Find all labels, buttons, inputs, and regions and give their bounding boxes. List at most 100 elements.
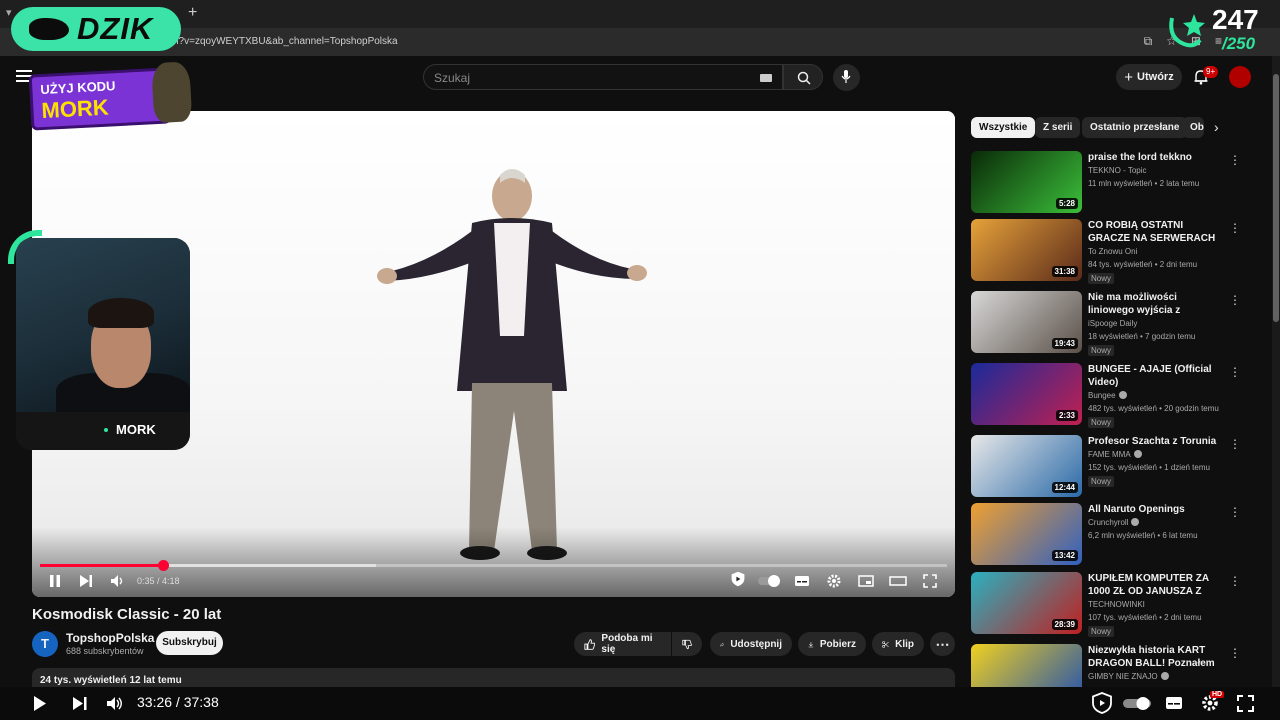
- video-thumbnail[interactable]: 31:38: [971, 219, 1082, 281]
- more-vertical-icon[interactable]: ⋮: [1229, 505, 1241, 519]
- subscribe-button[interactable]: Subskrybuj: [156, 631, 223, 655]
- streamer-name: MORK: [116, 422, 156, 437]
- stream-settings-button[interactable]: HD: [1201, 691, 1225, 712]
- more-vertical-icon[interactable]: ⋮: [1229, 574, 1241, 588]
- stream-fullscreen-icon[interactable]: [1237, 695, 1254, 712]
- recommendation-item[interactable]: 12:44 Profesor Szachta z Torunia FAME MMA 1…: [971, 435, 1251, 501]
- recommendation-title[interactable]: Nie ma możliwości liniowego wyjścia z be…: [1088, 291, 1224, 317]
- download-button[interactable]: Pobierz: [798, 632, 866, 656]
- recommendation-item[interactable]: 28:39 KUPIŁEM KOMPUTER ZA 1000 ZŁ OD JANU…: [971, 572, 1251, 638]
- page-scrollbar[interactable]: [1272, 56, 1280, 690]
- video-thumbnail[interactable]: 13:42: [971, 503, 1082, 565]
- more-actions-button[interactable]: ⋯: [930, 632, 955, 656]
- chip-from-series[interactable]: Z serii: [1035, 117, 1081, 138]
- volume-icon[interactable]: [110, 573, 126, 589]
- search-input[interactable]: Szukaj: [423, 64, 783, 90]
- recommendation-item[interactable]: 19:43 Nie ma możliwości liniowego wyjścia…: [971, 291, 1251, 357]
- chip-watched[interactable]: Obejrzane: [1182, 117, 1204, 138]
- chip-recently-uploaded[interactable]: Ostatnio przesłane: [1082, 117, 1188, 138]
- more-vertical-icon[interactable]: ⋮: [1229, 365, 1241, 379]
- video-thumbnail[interactable]: 19:43: [971, 291, 1082, 353]
- settings-gear-icon[interactable]: [827, 573, 841, 589]
- recommendation-channel-row: TEKKNO - Topic: [1088, 166, 1147, 175]
- quality-badge: HD: [1210, 691, 1225, 698]
- share-button[interactable]: Udostępnij: [710, 632, 792, 656]
- recommendation-channel[interactable]: GIMBY NIE ZNAJO: [1088, 672, 1158, 681]
- more-horizontal-icon: ⋯: [935, 635, 950, 652]
- address-bar[interactable]: ch?v=zqoyWEYTXBU&ab_channel=TopshopPolsk…: [0, 28, 1280, 56]
- install-icon[interactable]: ⧉: [1144, 34, 1153, 49]
- recommendation-channel[interactable]: Crunchyroll: [1088, 518, 1128, 527]
- more-vertical-icon[interactable]: ⋮: [1229, 153, 1241, 167]
- channel-name[interactable]: TopshopPolska: [66, 631, 154, 645]
- recommendation-title[interactable]: Profesor Szachta z Torunia: [1088, 435, 1224, 448]
- video-thumbnail[interactable]: 12:44: [971, 435, 1082, 497]
- miniplayer-icon[interactable]: [858, 573, 874, 589]
- recommendation-title[interactable]: KUPIŁEM KOMPUTER ZA 1000 ZŁ OD JANUSZA Z…: [1088, 572, 1224, 598]
- recommendation-channel[interactable]: To Znowu Oni: [1088, 247, 1137, 256]
- recommendation-title[interactable]: Niezwykła historia KART DRAGON BALL! Poz…: [1088, 644, 1224, 670]
- video-thumbnail[interactable]: 28:39: [971, 572, 1082, 634]
- chevron-right-icon[interactable]: ›: [1214, 119, 1219, 135]
- search-button[interactable]: [783, 64, 823, 90]
- more-vertical-icon[interactable]: ⋮: [1229, 437, 1241, 451]
- url-text[interactable]: ch?v=zqoyWEYTXBU&ab_channel=TopshopPolsk…: [168, 36, 398, 47]
- skip-next-icon[interactable]: [72, 696, 88, 711]
- stream-shield-icon[interactable]: [1092, 692, 1112, 714]
- browser-tabstrip: ▾ +: [0, 0, 1280, 28]
- create-button[interactable]: + Utwórz: [1116, 64, 1182, 90]
- recommendation-channel[interactable]: TECHNOWINKI: [1088, 600, 1145, 609]
- more-vertical-icon[interactable]: ⋮: [1229, 293, 1241, 307]
- stream-captions-icon[interactable]: [1165, 695, 1183, 711]
- next-icon[interactable]: [79, 573, 93, 589]
- recommendation-item[interactable]: 31:38 CO ROBIĄ OSTATNI GRACZE NA SERWERAC…: [971, 219, 1251, 285]
- recommendation-title[interactable]: BUNGEE - AJAJE (Official Video): [1088, 363, 1224, 389]
- microphone-icon: [841, 70, 851, 83]
- scrollbar-thumb[interactable]: [1273, 74, 1279, 322]
- more-vertical-icon[interactable]: ⋮: [1229, 646, 1241, 660]
- recommendation-channel[interactable]: FAME MMA: [1088, 450, 1131, 459]
- thumbs-up-icon: [584, 638, 596, 650]
- stream-autoplay-toggle[interactable]: [1122, 696, 1152, 711]
- recommendation-meta: 11 mln wyświetleń • 2 lata temu: [1088, 179, 1200, 188]
- progress-bar[interactable]: [40, 560, 947, 571]
- account-avatar[interactable]: [1229, 66, 1251, 88]
- dislike-button[interactable]: [672, 632, 702, 656]
- keyboard-icon[interactable]: [760, 74, 772, 82]
- fullscreen-icon[interactable]: [923, 573, 937, 589]
- video-thumbnail[interactable]: 5:28: [971, 151, 1082, 213]
- subtitles-icon[interactable]: [794, 573, 810, 589]
- channel-avatar[interactable]: T: [32, 631, 58, 657]
- verified-check-icon: [1133, 450, 1142, 458]
- autoplay-shield-icon[interactable]: [729, 571, 747, 587]
- video-title: Kosmodisk Classic - 20 lat: [32, 606, 222, 623]
- new-tab-button[interactable]: +: [188, 4, 197, 22]
- clip-button[interactable]: Klip: [872, 632, 924, 656]
- recommendation-item[interactable]: 13:42 All Naruto Openings Crunchyroll 6,2 m…: [971, 503, 1251, 569]
- recommendation-title[interactable]: All Naruto Openings: [1088, 503, 1224, 516]
- recommendation-title[interactable]: praise the lord tekkno: [1088, 151, 1224, 164]
- notification-count: 9+: [1203, 66, 1219, 78]
- recommendation-channel[interactable]: iSpooge Daily: [1088, 319, 1137, 328]
- play-icon[interactable]: [32, 695, 48, 712]
- recommendation-channel[interactable]: TEKKNO - Topic: [1088, 166, 1147, 175]
- recommendation-meta: 107 tys. wyświetleń • 2 dni temu: [1088, 613, 1202, 622]
- stream-volume-icon[interactable]: [106, 695, 124, 712]
- progress-played: [40, 564, 164, 567]
- goal-current: 247: [1212, 4, 1259, 35]
- video-duration: 31:38: [1051, 266, 1078, 277]
- chip-all[interactable]: Wszystkie: [971, 117, 1036, 138]
- voice-search-button[interactable]: [833, 64, 860, 91]
- video-thumbnail[interactable]: 2:33: [971, 363, 1082, 425]
- like-button[interactable]: Podoba mi się: [574, 632, 671, 656]
- more-vertical-icon[interactable]: ⋮: [1229, 221, 1241, 235]
- recommendation-channel-row: TECHNOWINKI: [1088, 600, 1145, 609]
- pause-icon[interactable]: [48, 573, 62, 589]
- theater-mode-icon[interactable]: [889, 573, 907, 589]
- like-label: Podoba mi się: [601, 633, 653, 655]
- recommendation-item[interactable]: 2:33 BUNGEE - AJAJE (Official Video) Bunge…: [971, 363, 1251, 429]
- autoplay-toggle[interactable]: [757, 573, 781, 589]
- recommendation-channel[interactable]: Bungee: [1088, 391, 1116, 400]
- recommendation-item[interactable]: 5:28 praise the lord tekkno TEKKNO - Topic…: [971, 151, 1251, 217]
- recommendation-title[interactable]: CO ROBIĄ OSTATNI GRACZE NA SERWERACH AGE…: [1088, 219, 1224, 245]
